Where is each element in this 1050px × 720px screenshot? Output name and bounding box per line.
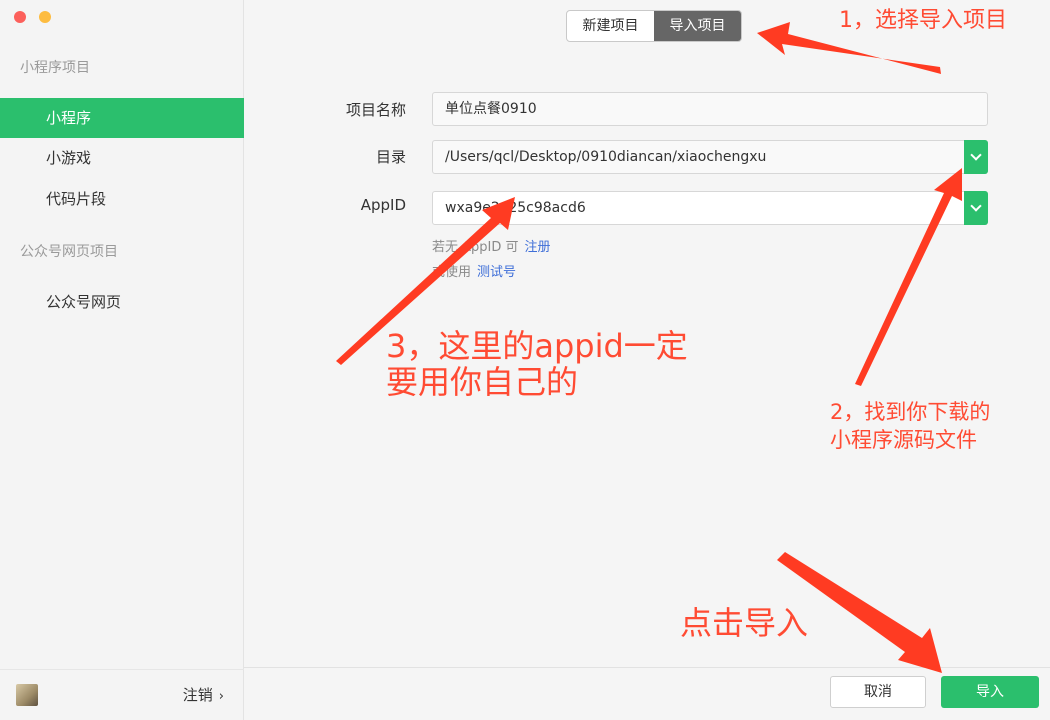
directory-dropdown-button[interactable] xyxy=(964,140,988,174)
test-account-hint: 或使用 测试号 xyxy=(432,261,516,280)
register-link[interactable]: 注册 xyxy=(525,240,551,255)
register-hint-text: 若无 AppID 可 xyxy=(432,240,519,255)
import-button[interactable]: 导入 xyxy=(941,676,1039,708)
avatar[interactable] xyxy=(16,684,38,706)
project-name-field[interactable]: 单位点餐0910 xyxy=(432,92,988,126)
main-panel: 新建项目 导入项目 项目名称 单位点餐0910 目录 /Users/qcl/De… xyxy=(244,0,1050,720)
sidebar-item-miniprogram[interactable]: 小程序 xyxy=(0,98,244,138)
sidebar-footer: 注销 › xyxy=(0,669,244,720)
sidebar-item-official-webpage[interactable]: 公众号网页 xyxy=(0,282,244,322)
chevron-right-icon: › xyxy=(218,689,224,704)
project-name-value: 单位点餐0910 xyxy=(445,101,537,117)
annotation-step2-line1: 2，找到你下载的 xyxy=(830,400,991,424)
sidebar-item-minigame[interactable]: 小游戏 xyxy=(0,138,244,178)
logout-label: 注销 xyxy=(182,686,213,704)
annotation-step4: 点击导入 xyxy=(680,604,809,642)
project-name-label: 项目名称 xyxy=(345,101,406,119)
appid-dropdown-button[interactable] xyxy=(964,191,988,225)
tab-import-project[interactable]: 导入项目 xyxy=(654,11,741,41)
register-hint: 若无 AppID 可注册 xyxy=(432,236,551,255)
appid-label: AppID xyxy=(360,196,406,214)
annotation-step2: 2，找到你下载的 小程序源码文件 xyxy=(830,398,990,454)
section-title-official-account: 公众号网页项目 xyxy=(20,244,118,260)
minimize-window-button[interactable] xyxy=(39,11,51,23)
appid-value: wxa9e2e25c98acd6 xyxy=(445,200,586,216)
bottom-action-bar: 取消 导入 xyxy=(244,667,1050,720)
test-account-hint-text: 或使用 xyxy=(432,265,472,280)
annotation-step2-line2: 小程序源码文件 xyxy=(830,428,977,452)
directory-field[interactable]: /Users/qcl/Desktop/0910diancan/xiaocheng… xyxy=(432,140,988,174)
section-title-miniprogram: 小程序项目 xyxy=(20,60,90,76)
logout-button[interactable]: 注销 › xyxy=(183,684,224,705)
annotation-step3-line1: 3，这里的appid一定 xyxy=(386,327,688,365)
appid-field[interactable]: wxa9e2e25c98acd6 xyxy=(432,191,988,225)
sidebar-item-code-snippet[interactable]: 代码片段 xyxy=(0,179,244,219)
directory-value: /Users/qcl/Desktop/0910diancan/xiaocheng… xyxy=(445,149,767,165)
annotation-step1: 1，选择导入项目 xyxy=(839,8,1007,33)
close-window-button[interactable] xyxy=(14,11,26,23)
directory-label: 目录 xyxy=(375,148,406,166)
annotation-step3: 3，这里的appid一定 要用你自己的 xyxy=(386,328,688,400)
sidebar: 小程序项目 小程序 小游戏 代码片段 公众号网页项目 公众号网页 注销 › xyxy=(0,0,244,720)
cancel-button[interactable]: 取消 xyxy=(830,676,926,708)
project-type-tabs: 新建项目 导入项目 xyxy=(566,10,742,42)
test-account-link[interactable]: 测试号 xyxy=(477,265,516,280)
annotation-step3-line2: 要用你自己的 xyxy=(386,363,579,401)
tab-new-project[interactable]: 新建项目 xyxy=(567,11,654,41)
